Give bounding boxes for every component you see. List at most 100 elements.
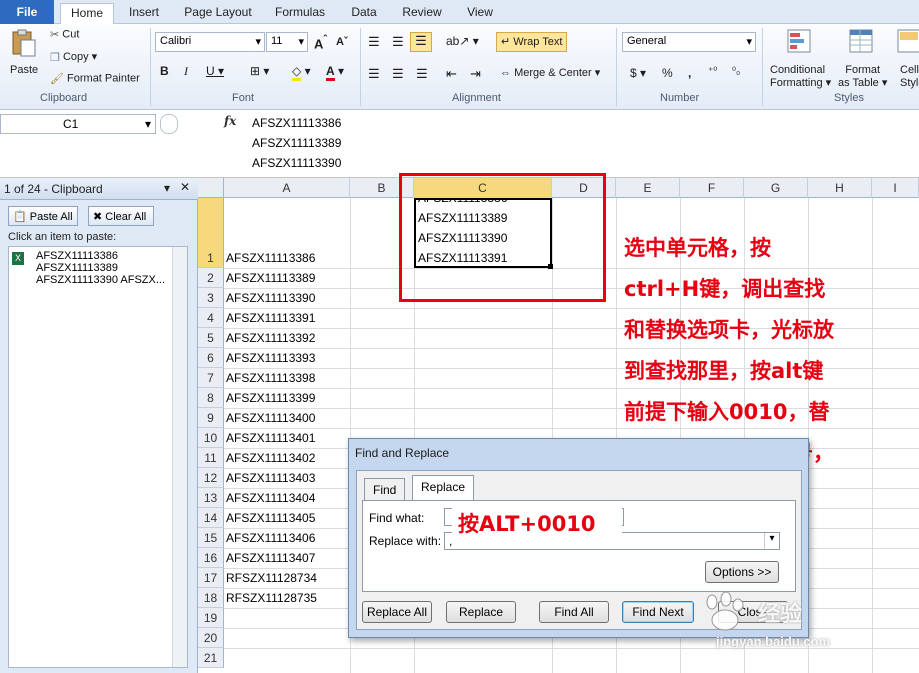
cell-a[interactable]: AFSZX11113401 <box>224 428 350 448</box>
row-header[interactable]: 6 <box>198 348 224 368</box>
replace-button[interactable]: Replace <box>446 601 516 623</box>
cut-button[interactable]: ✂ Cut <box>50 28 79 41</box>
number-format-select[interactable]: General ▾ <box>622 32 756 52</box>
cell-a[interactable]: AFSZX11113400 <box>224 408 350 428</box>
options-button[interactable]: Options >> <box>705 561 779 583</box>
row-header[interactable]: 16 <box>198 548 224 568</box>
cell-a[interactable]: AFSZX11113407 <box>224 548 350 568</box>
row-header[interactable]: 4 <box>198 308 224 328</box>
row-header[interactable]: 11 <box>198 448 224 468</box>
cell-a[interactable]: AFSZX11113404 <box>224 488 350 508</box>
row-header-1[interactable]: 1 <box>198 198 224 268</box>
align-right-icon[interactable]: ☰ <box>416 66 428 82</box>
row-header[interactable]: 3 <box>198 288 224 308</box>
cell-a1[interactable]: AFSZX11113386 <box>224 248 350 268</box>
row-header[interactable]: 8 <box>198 388 224 408</box>
row-header[interactable]: 15 <box>198 528 224 548</box>
row-header[interactable]: 9 <box>198 408 224 428</box>
row-header[interactable]: 7 <box>198 368 224 388</box>
tab-home[interactable]: Home <box>60 3 114 24</box>
align-left-icon[interactable]: ☰ <box>368 66 380 82</box>
merge-center-button[interactable]: ⇔ Merge & Center ▾ <box>500 66 600 79</box>
tab-page-layout[interactable]: Page Layout <box>180 3 256 24</box>
row-header[interactable]: 14 <box>198 508 224 528</box>
currency-icon[interactable]: $ ▾ <box>630 66 646 80</box>
column-header-a[interactable]: A <box>224 178 350 198</box>
tab-view[interactable]: View <box>460 3 500 24</box>
font-size-select[interactable]: 11 ▾ <box>266 32 308 52</box>
borders-icon[interactable]: ⊞ ▾ <box>250 64 269 78</box>
cell-a[interactable]: RFSZX11128735 <box>224 588 350 608</box>
align-top-icon[interactable]: ☰ <box>368 34 380 50</box>
comma-icon[interactable]: , <box>688 66 691 80</box>
row-header[interactable]: 5 <box>198 328 224 348</box>
close-icon[interactable]: ✕ <box>180 180 190 194</box>
bold-icon[interactable]: B <box>160 64 169 78</box>
italic-icon[interactable]: I <box>184 64 188 79</box>
cell-a[interactable]: RFSZX11128734 <box>224 568 350 588</box>
cell-a[interactable]: AFSZX11113402 <box>224 448 350 468</box>
row-header[interactable]: 18 <box>198 588 224 608</box>
paste-icon[interactable] <box>8 28 40 58</box>
tab-find[interactable]: Find <box>364 478 406 500</box>
cell-a[interactable]: AFSZX11113399 <box>224 388 350 408</box>
clipboard-item[interactable]: X AFSZX11113386 AFSZX11113389 AFSZX11113… <box>12 250 168 286</box>
cell-a[interactable]: AFSZX11113393 <box>224 348 350 368</box>
cell-a[interactable]: AFSZX11113406 <box>224 528 350 548</box>
paste-all-button[interactable]: 📋 Paste All <box>8 206 78 226</box>
align-center-icon[interactable]: ☰ <box>392 66 404 82</box>
find-next-button[interactable]: Find Next <box>622 601 694 623</box>
row-header[interactable]: 20 <box>198 628 224 648</box>
name-box[interactable]: C1 ▾ <box>0 114 156 134</box>
column-header-h[interactable]: H <box>808 178 872 198</box>
row-header[interactable]: 21 <box>198 648 224 668</box>
align-bottom-icon[interactable]: ☰ <box>410 32 432 52</box>
cell-a[interactable]: AFSZX11113392 <box>224 328 350 348</box>
conditional-formatting-button[interactable]: Conditional Formatting ▾ <box>770 64 831 90</box>
row-header[interactable]: 2 <box>198 268 224 288</box>
orientation-icon[interactable]: ab↗ ▾ <box>446 34 479 48</box>
row-header[interactable]: 10 <box>198 428 224 448</box>
decrease-decimal-icon[interactable]: ⁰₀ <box>732 66 740 77</box>
tab-formulas[interactable]: Formulas <box>268 3 332 24</box>
clipboard-scrollbar[interactable] <box>172 247 187 667</box>
row-header[interactable]: 13 <box>198 488 224 508</box>
align-middle-icon[interactable]: ☰ <box>392 34 404 50</box>
shrink-font-icon[interactable]: Aˇ <box>336 36 348 48</box>
grow-font-icon[interactable]: Aˆ <box>314 34 327 51</box>
decrease-indent-icon[interactable]: ⇤ <box>446 66 457 82</box>
cell-a[interactable]: AFSZX11113403 <box>224 468 350 488</box>
format-as-table-button[interactable]: Format as Table ▾ <box>838 64 887 90</box>
pane-options-icon[interactable]: ▾ <box>164 181 170 195</box>
replace-all-button[interactable]: Replace All <box>362 601 432 623</box>
row-header[interactable]: 17 <box>198 568 224 588</box>
cell-styles-button[interactable]: Cell Styles <box>900 64 919 90</box>
percent-icon[interactable]: % <box>662 66 673 80</box>
column-header-f[interactable]: F <box>680 178 744 198</box>
increase-decimal-icon[interactable]: ⁺⁰ <box>708 66 717 77</box>
row-header[interactable]: 12 <box>198 468 224 488</box>
select-all-corner[interactable] <box>198 178 224 198</box>
column-header-e[interactable]: E <box>616 178 680 198</box>
font-color-icon[interactable]: A ▾ <box>326 64 344 81</box>
cell-a[interactable]: AFSZX11113389 <box>224 268 350 288</box>
insert-function-icon[interactable]: fx <box>224 114 236 128</box>
formula-bar-resize-handle[interactable] <box>160 114 178 134</box>
format-painter-button[interactable]: 🖌 Format Painter <box>50 72 140 85</box>
find-all-button[interactable]: Find All <box>539 601 609 623</box>
underline-icon[interactable]: U ▾ <box>206 64 224 78</box>
copy-button[interactable]: ❐ Copy ▾ <box>50 50 97 64</box>
tab-insert[interactable]: Insert <box>120 3 168 24</box>
tab-data[interactable]: Data <box>344 3 384 24</box>
wrap-text-button[interactable]: ↵ Wrap Text <box>496 32 568 52</box>
cell-a[interactable]: AFSZX11113390 <box>224 288 350 308</box>
row-header[interactable]: 19 <box>198 608 224 628</box>
tab-replace[interactable]: Replace <box>412 475 475 501</box>
chevron-down-icon[interactable]: ▾ <box>764 533 779 549</box>
fill-color-icon[interactable]: ◇ ▾ <box>292 64 311 81</box>
cell-a[interactable]: AFSZX11113398 <box>224 368 350 388</box>
tab-file[interactable]: File <box>0 0 54 24</box>
clear-all-button[interactable]: ✖ Clear All <box>88 206 154 226</box>
cell-a[interactable]: AFSZX11113391 <box>224 308 350 328</box>
cell-a[interactable]: AFSZX11113405 <box>224 508 350 528</box>
